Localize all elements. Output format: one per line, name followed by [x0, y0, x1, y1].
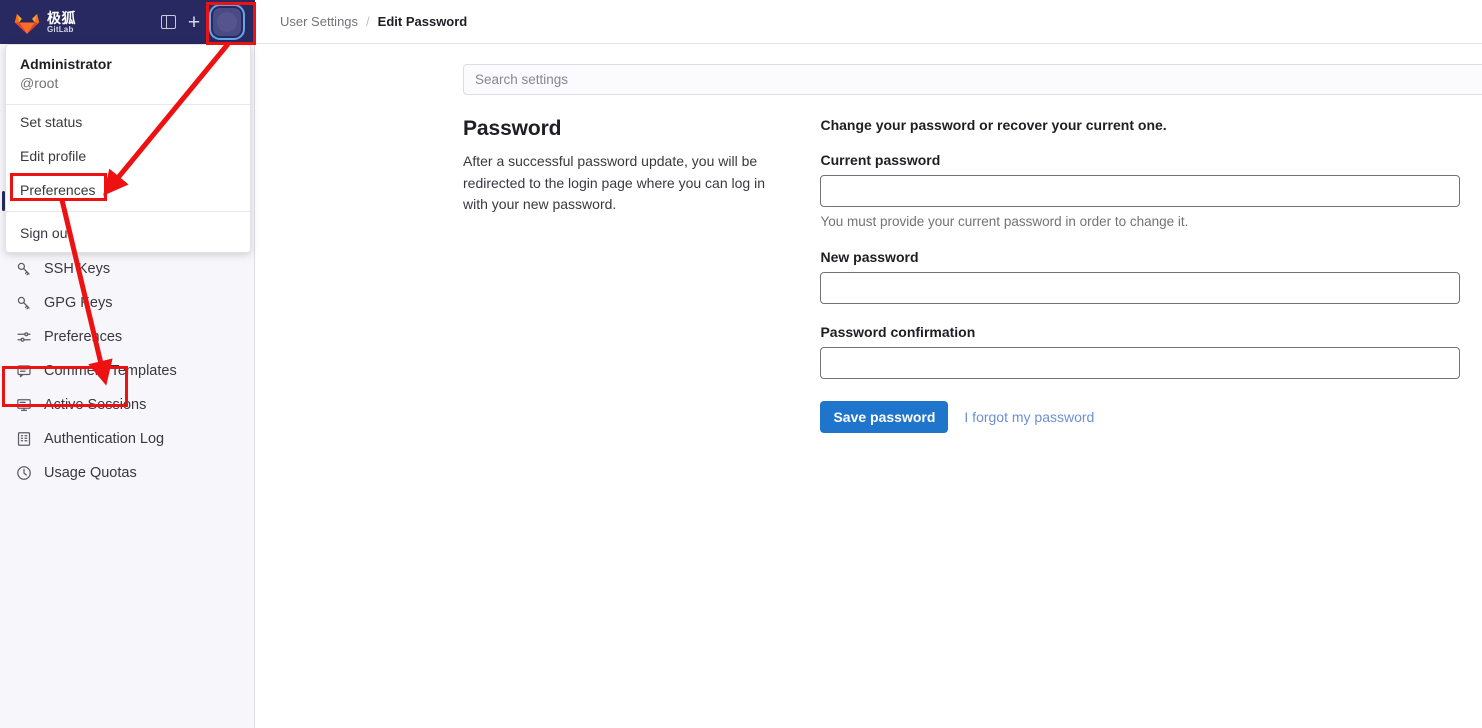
key-icon [16, 261, 32, 277]
monitor-icon [16, 397, 32, 413]
menu-divider [6, 211, 250, 213]
create-new-button[interactable]: + [181, 9, 207, 35]
user-dropdown-header: Administrator @root [6, 45, 250, 106]
menu-item-preferences[interactable]: Preferences [6, 173, 250, 207]
current-password-field-block: Current password You must provide your c… [820, 152, 1482, 229]
sidebar-item-preferences[interactable]: Preferences [8, 320, 246, 354]
form-lead-text: Change your password or recover your cur… [820, 117, 1167, 133]
menu-item-edit-profile[interactable]: Edit profile [6, 139, 250, 173]
menu-item-sign-out[interactable]: Sign out [6, 216, 250, 250]
sidebar-toggle-button[interactable] [155, 9, 181, 35]
gitlab-app-window: 极狐 GitLab + User Settings / Edit Passwor… [0, 0, 1482, 728]
sidebar-item-label: Active Sessions [44, 397, 147, 413]
top-navbar: 极狐 GitLab + [0, 0, 255, 44]
form-actions: Save password I forgot my password [820, 401, 1482, 433]
plus-icon: + [187, 10, 201, 34]
new-password-input[interactable] [820, 272, 1461, 304]
current-password-help: You must provide your current password i… [820, 214, 1189, 229]
menu-item-set-status[interactable]: Set status [6, 105, 250, 139]
brand-logo[interactable]: 极狐 GitLab [8, 10, 76, 35]
current-password-input[interactable] [820, 175, 1461, 207]
sidebar-item-label: GPG Keys [44, 295, 113, 311]
user-dropdown-menu: Administrator @root Set status Edit prof… [5, 44, 251, 254]
password-confirmation-input[interactable] [820, 347, 1461, 379]
brand-name-en: GitLab [47, 24, 74, 34]
brand-name-cn: 极狐 [47, 9, 76, 26]
password-form-column: Change your password or recover your cur… [820, 117, 1482, 433]
sidebar-item-comment-templates[interactable]: Comment Templates [8, 354, 246, 388]
sidebar-item-active-sessions[interactable]: Active Sessions [8, 388, 246, 422]
settings-columns: Password After a successful password upd… [255, 117, 1482, 433]
settings-description-column: Password After a successful password upd… [463, 117, 820, 433]
sidebar-item-label: Authentication Log [44, 431, 165, 447]
forgot-password-link[interactable]: I forgot my password [964, 409, 1094, 425]
user-handle: @root [20, 74, 59, 91]
sidebar-item-gpg-keys[interactable]: GPG Keys [8, 286, 246, 320]
new-password-field-block: New password [820, 249, 1482, 304]
current-password-label: Current password [820, 152, 941, 168]
sidebar-item-usage-quotas[interactable]: Usage Quotas [8, 456, 246, 490]
sidebar-item-label: Usage Quotas [44, 465, 137, 481]
sidebar-item-authentication-log[interactable]: Authentication Log [8, 422, 246, 456]
gitlab-fox-icon [14, 13, 40, 34]
page-title: Password [463, 117, 562, 140]
breadcrumb-separator: / [366, 14, 370, 29]
breadcrumb-current[interactable]: Edit Password [378, 14, 468, 29]
new-password-label: New password [820, 249, 919, 265]
comment-icon [16, 363, 32, 379]
quota-icon [16, 465, 32, 481]
search-settings-wrapper [255, 44, 1482, 95]
page-description: After a successful password update, you … [463, 153, 765, 213]
search-settings-input[interactable] [463, 64, 1482, 95]
sidebar-item-label: SSH Keys [44, 261, 111, 277]
user-avatar-button[interactable] [213, 8, 241, 36]
user-display-name: Administrator [20, 56, 112, 72]
save-password-button[interactable]: Save password [820, 401, 949, 433]
sidebar-item-label: Comment Templates [44, 363, 177, 379]
main-content: Password After a successful password upd… [255, 44, 1482, 728]
breadcrumb: User Settings / Edit Password [255, 0, 1482, 44]
sidebar-item-ssh-keys[interactable]: SSH Keys [8, 252, 246, 286]
breadcrumb-parent[interactable]: User Settings [280, 14, 358, 29]
preferences-icon [16, 329, 32, 345]
sidebar-item-label: Preferences [44, 329, 123, 345]
password-confirmation-field-block: Password confirmation [820, 324, 1482, 379]
avatar [217, 12, 237, 32]
sidebar-panel-icon [160, 15, 176, 29]
key-icon [16, 295, 32, 311]
password-confirmation-label: Password confirmation [820, 324, 976, 340]
log-icon [16, 431, 32, 447]
